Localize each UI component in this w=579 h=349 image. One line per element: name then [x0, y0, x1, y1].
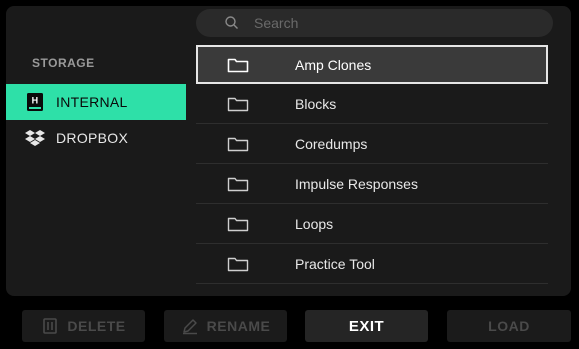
rename-button[interactable]: RENAME [164, 310, 287, 342]
storage-header: STORAGE [32, 56, 95, 70]
file-name: Practice Tool [295, 255, 375, 272]
file-browser-screen: STORAGE H INTERNAL DROPBOX Search Amp Cl… [0, 0, 579, 349]
file-name: Blocks [295, 95, 337, 112]
file-name: Coredumps [295, 135, 368, 152]
folder-icon [227, 177, 249, 191]
delete-button[interactable]: DELETE [22, 310, 145, 342]
storage-sidebar: STORAGE H INTERNAL DROPBOX [6, 6, 196, 296]
load-label: LOAD [488, 318, 530, 334]
folder-icon [227, 257, 249, 271]
search-input[interactable] [252, 14, 516, 32]
exit-button[interactable]: EXIT [305, 310, 428, 342]
file-row-coredumps[interactable]: Coredumps [196, 124, 548, 164]
storage-item-dropbox[interactable]: DROPBOX [6, 120, 186, 156]
storage-item-label: INTERNAL [56, 94, 128, 110]
storage-item-label: DROPBOX [56, 130, 129, 146]
delete-label: DELETE [67, 318, 126, 334]
file-name: Impulse Responses [295, 175, 418, 192]
folder-icon [227, 97, 249, 111]
file-name: Loops [295, 215, 334, 232]
rename-label: RENAME [206, 318, 271, 334]
file-row-impulse-responses[interactable]: Impulse Responses [196, 164, 548, 204]
folder-icon [227, 217, 249, 231]
load-button[interactable]: LOAD [447, 310, 571, 342]
file-list: Amp Clones Blocks Coredumps Impulse Resp… [196, 45, 548, 284]
trash-icon [43, 318, 58, 334]
pencil-icon [182, 319, 197, 335]
storage-item-internal[interactable]: H INTERNAL [6, 84, 186, 120]
file-row-practice-tool[interactable]: Practice Tool [196, 244, 548, 284]
browser-panel: STORAGE H INTERNAL DROPBOX Search Amp Cl… [6, 6, 571, 296]
file-row-loops[interactable]: Loops [196, 204, 548, 244]
dropbox-icon [24, 127, 46, 149]
folder-icon [227, 137, 249, 151]
helix-device-icon: H [24, 91, 46, 113]
svg-text:H: H [32, 96, 39, 106]
file-row-amp-clones[interactable]: Amp Clones [196, 45, 548, 84]
file-row-blocks[interactable]: Blocks [196, 84, 548, 124]
search-bar[interactable] [196, 9, 553, 37]
search-icon [224, 15, 240, 31]
action-button-bar: DELETE RENAME EXIT LOAD [0, 300, 579, 349]
file-name: Amp Clones [295, 56, 372, 73]
exit-label: EXIT [348, 317, 385, 335]
folder-icon [227, 58, 249, 72]
